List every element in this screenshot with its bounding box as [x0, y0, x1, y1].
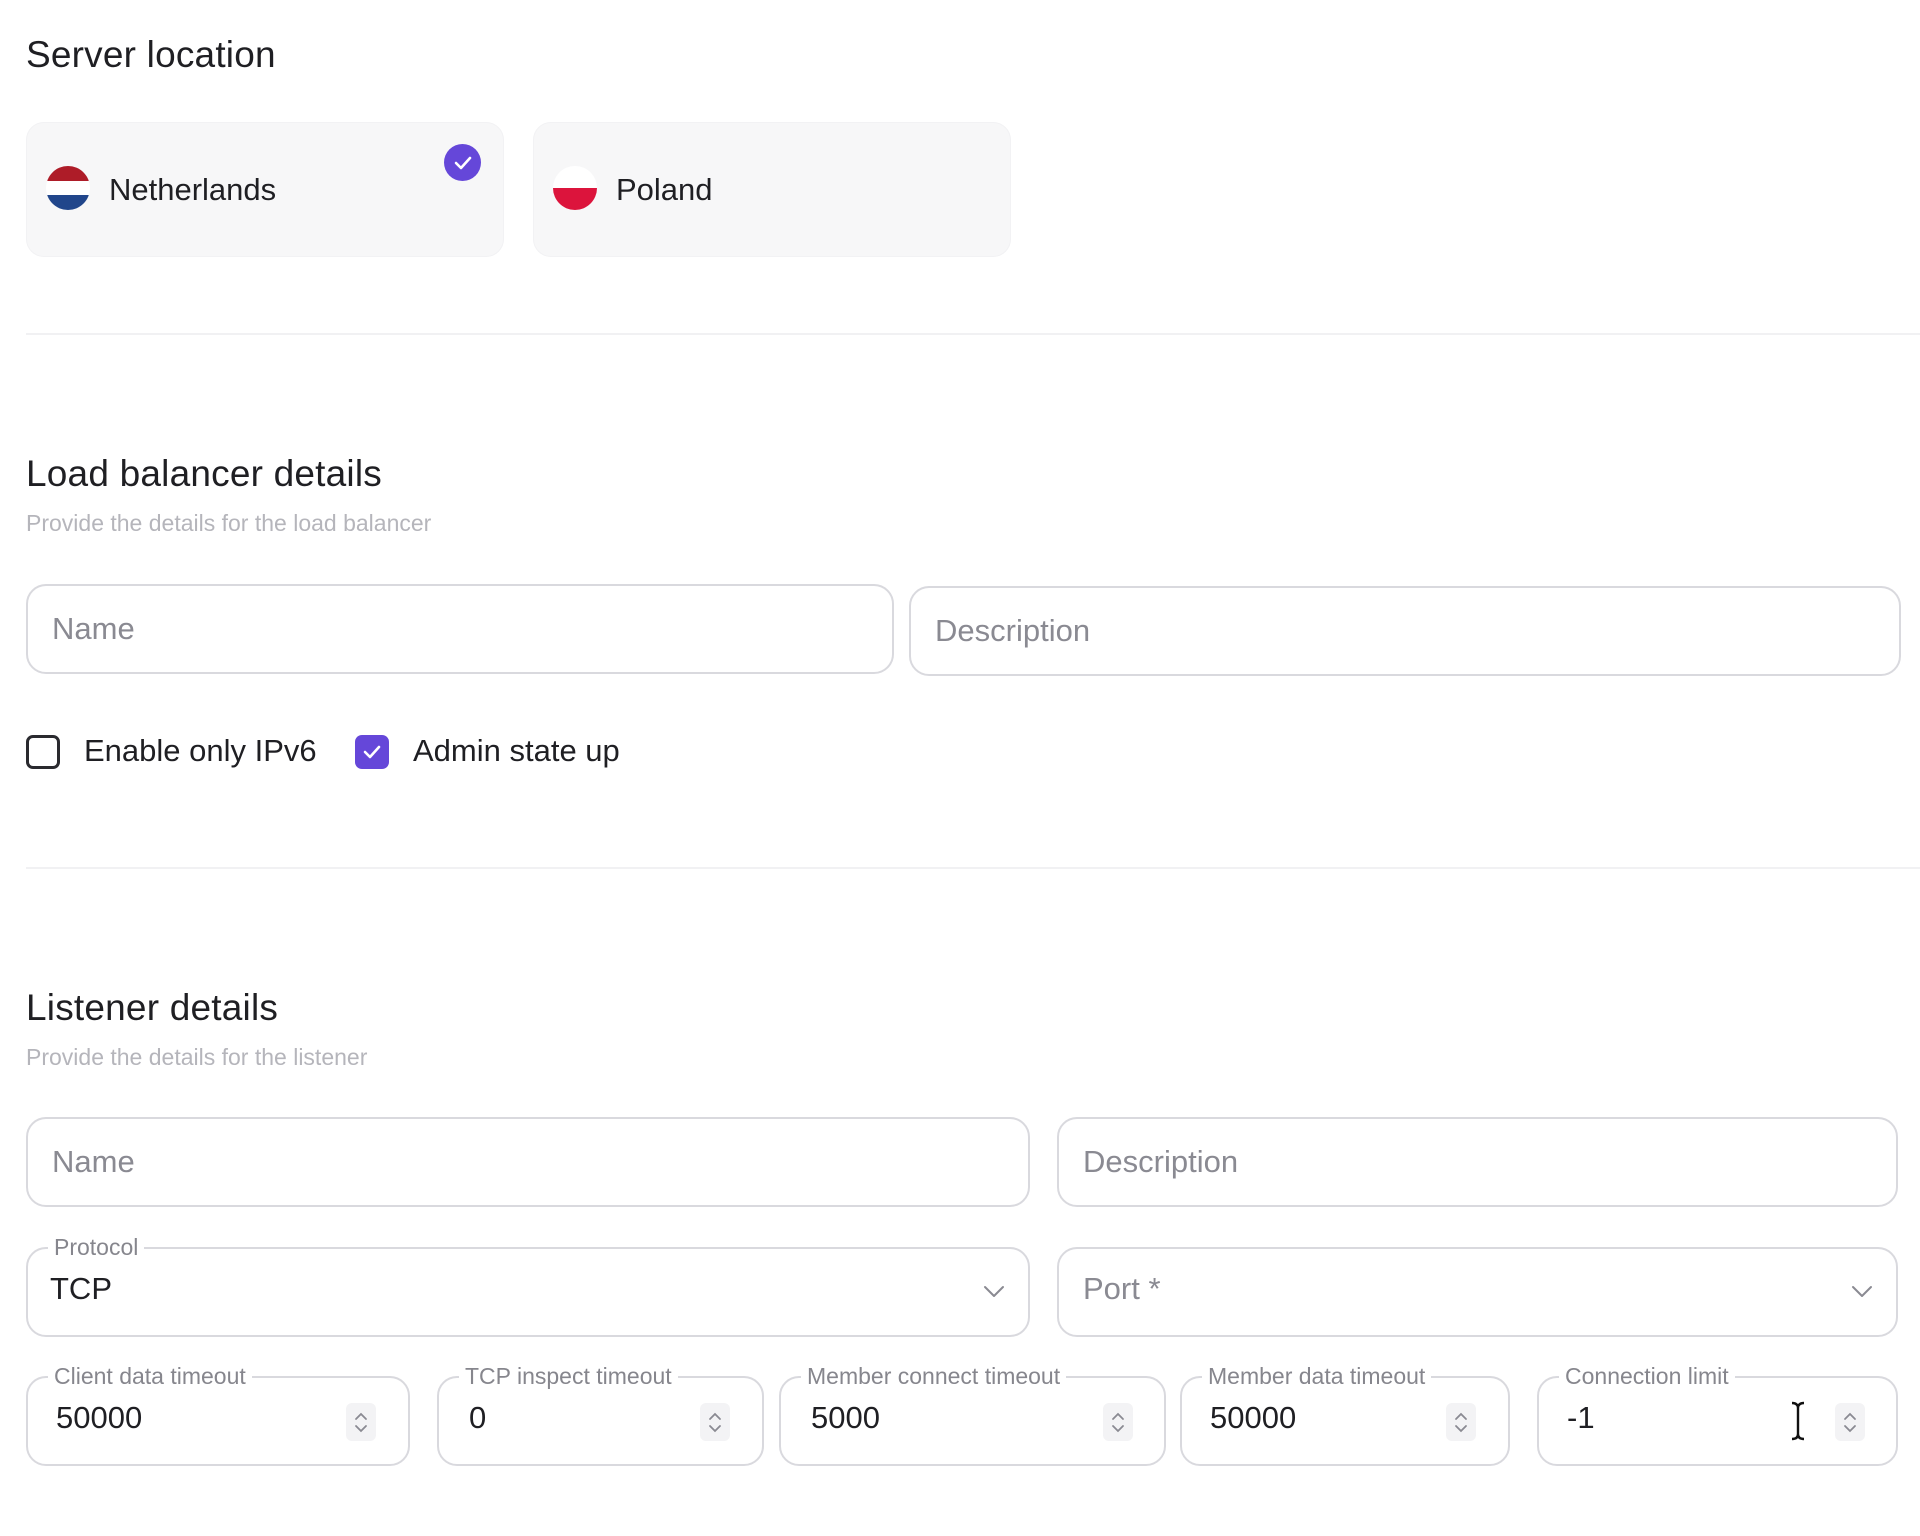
chevron-up-icon[interactable] — [708, 1412, 722, 1421]
admin-state-checkbox[interactable] — [355, 735, 389, 769]
listener-title: Listener details — [26, 987, 279, 1028]
connection-limit-label: Connection limit — [1559, 1361, 1735, 1391]
listener-name-input[interactable] — [28, 1119, 1028, 1205]
connection-limit-field[interactable]: Connection limit -1 — [1537, 1361, 1898, 1466]
protocol-label: Protocol — [48, 1232, 145, 1262]
chevron-down-icon[interactable] — [354, 1424, 368, 1433]
listener-name-field[interactable] — [26, 1117, 1030, 1207]
member-connect-timeout-label: Member connect timeout — [801, 1361, 1067, 1391]
chevron-down-icon[interactable] — [1111, 1424, 1125, 1433]
chevron-down-icon[interactable] — [708, 1424, 722, 1433]
load-balancer-title: Load balancer details — [26, 453, 382, 494]
selected-check-icon — [444, 144, 481, 181]
ipv6-label[interactable]: Enable only IPv6 — [84, 733, 317, 769]
client-data-timeout-value[interactable]: 50000 — [56, 1400, 142, 1436]
listener-subtitle: Provide the details for the listener — [26, 1044, 368, 1070]
number-stepper[interactable] — [1835, 1403, 1865, 1441]
number-stepper[interactable] — [346, 1403, 376, 1441]
ipv6-checkbox[interactable] — [26, 735, 60, 769]
netherlands-flag-icon — [46, 166, 90, 210]
section-divider — [26, 333, 1920, 335]
number-stepper[interactable] — [1103, 1403, 1133, 1441]
listener-description-input[interactable] — [1059, 1119, 1896, 1205]
client-data-timeout-field[interactable]: Client data timeout 50000 — [26, 1361, 410, 1466]
admin-state-label[interactable]: Admin state up — [413, 733, 620, 769]
connection-limit-value[interactable]: -1 — [1567, 1400, 1595, 1436]
section-divider — [26, 867, 1920, 869]
poland-flag-icon — [553, 166, 597, 210]
protocol-select[interactable]: Protocol TCP — [26, 1232, 1030, 1337]
chevron-down-icon[interactable] — [1454, 1424, 1468, 1433]
chevron-up-icon[interactable] — [1843, 1412, 1857, 1421]
location-label-netherlands: Netherlands — [109, 172, 277, 207]
lb-description-input[interactable] — [911, 588, 1899, 674]
location-card-poland[interactable]: Poland — [533, 122, 1011, 257]
tcp-inspect-timeout-value[interactable]: 0 — [469, 1400, 486, 1436]
number-stepper[interactable] — [700, 1403, 730, 1441]
text-cursor-icon — [1791, 1401, 1805, 1441]
checkmark-icon — [363, 745, 381, 759]
protocol-value: TCP — [50, 1271, 112, 1306]
client-data-timeout-label: Client data timeout — [48, 1361, 252, 1391]
location-card-netherlands[interactable]: Netherlands — [26, 122, 504, 257]
member-data-timeout-field[interactable]: Member data timeout 50000 — [1180, 1361, 1510, 1466]
listener-description-field[interactable] — [1057, 1117, 1898, 1207]
chevron-down-icon — [984, 1286, 1004, 1297]
port-select[interactable]: Port * — [1057, 1247, 1898, 1337]
member-data-timeout-value[interactable]: 50000 — [1210, 1400, 1296, 1436]
location-label-poland: Poland — [616, 172, 713, 207]
chevron-up-icon[interactable] — [1454, 1412, 1468, 1421]
lb-name-field[interactable] — [26, 584, 894, 674]
load-balancer-subtitle: Provide the details for the load balance… — [26, 510, 432, 536]
lb-description-field[interactable] — [909, 586, 1901, 676]
chevron-down-icon[interactable] — [1843, 1424, 1857, 1433]
lb-name-input[interactable] — [28, 586, 892, 672]
server-location-title: Server location — [26, 34, 276, 75]
chevron-up-icon[interactable] — [1111, 1412, 1125, 1421]
number-stepper[interactable] — [1446, 1403, 1476, 1441]
tcp-inspect-timeout-label: TCP inspect timeout — [459, 1361, 678, 1391]
tcp-inspect-timeout-field[interactable]: TCP inspect timeout 0 — [437, 1361, 764, 1466]
chevron-up-icon[interactable] — [354, 1412, 368, 1421]
member-connect-timeout-field[interactable]: Member connect timeout 5000 — [779, 1361, 1166, 1466]
chevron-down-icon — [1852, 1286, 1872, 1297]
port-placeholder: Port * — [1083, 1271, 1161, 1306]
member-connect-timeout-value[interactable]: 5000 — [811, 1400, 880, 1436]
member-data-timeout-label: Member data timeout — [1202, 1361, 1432, 1391]
